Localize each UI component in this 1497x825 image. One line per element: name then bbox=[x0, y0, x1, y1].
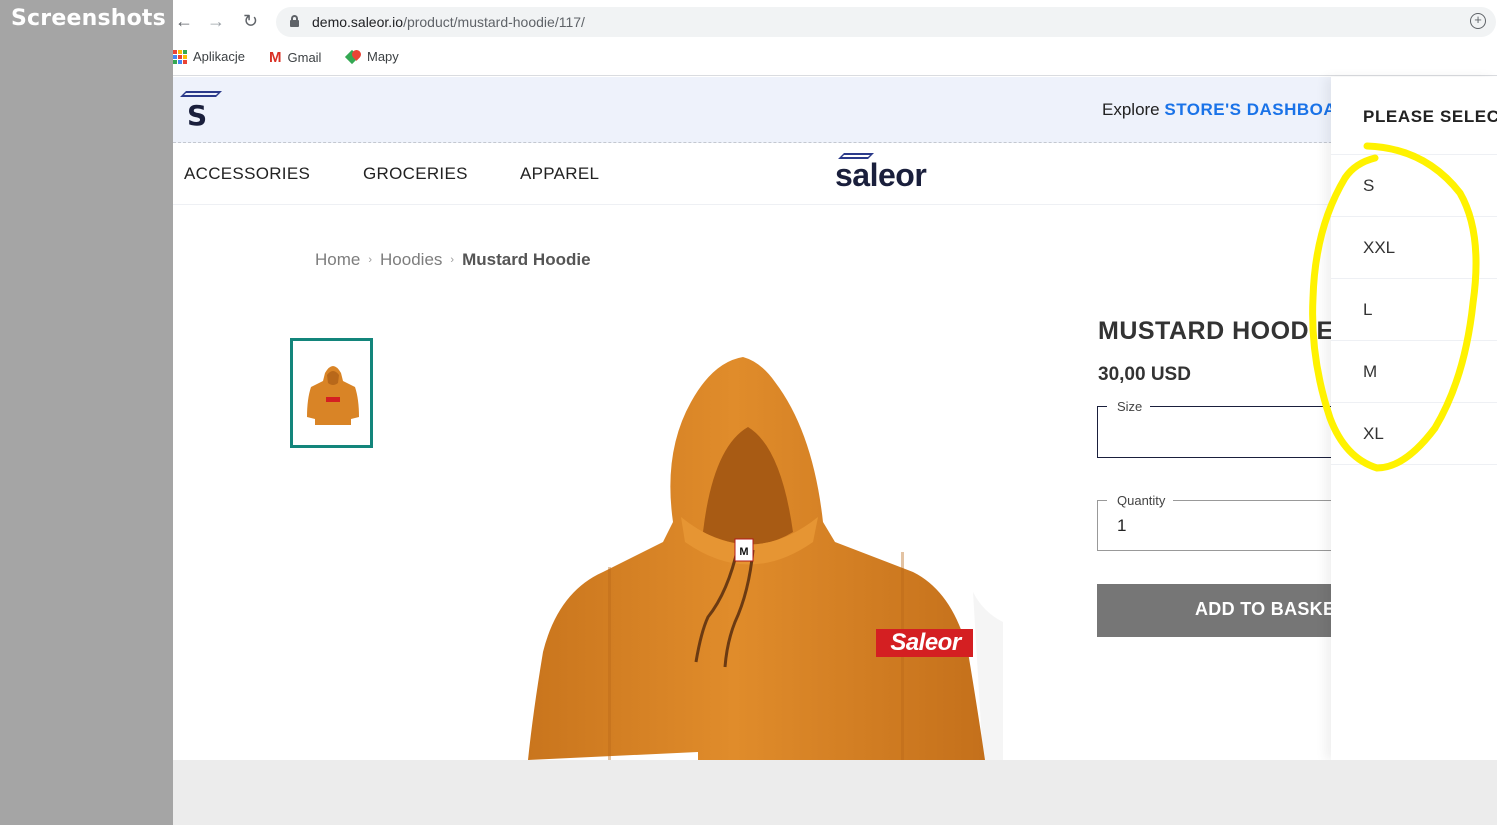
breadcrumb-hoodies[interactable]: Hoodies bbox=[380, 250, 442, 270]
breadcrumb-current: Mustard Hoodie bbox=[462, 250, 591, 269]
url-bar[interactable]: demo.saleor.io/product/mustard-hoodie/11… bbox=[276, 7, 1496, 37]
product-title: MUSTARD HOODIE bbox=[1098, 317, 1334, 345]
site-top-bar: S Explore STORE'S DASHBOARD bbox=[173, 77, 1497, 143]
garment-tag-letter: M bbox=[739, 546, 748, 558]
size-option-s[interactable]: S bbox=[1331, 155, 1497, 217]
logo-letter: S bbox=[187, 99, 208, 132]
arrow-left-icon[interactable]: ← bbox=[175, 10, 193, 32]
size-option-xl[interactable]: XL bbox=[1331, 403, 1497, 465]
product-main-image: M Saleor bbox=[513, 352, 1003, 760]
size-label: Size bbox=[1117, 399, 1143, 414]
screenshots-sidebar: Screenshots bbox=[0, 0, 173, 825]
bookmark-label: Aplikacje bbox=[193, 49, 246, 64]
size-option-label: XXL bbox=[1363, 238, 1396, 257]
size-option-label: L bbox=[1363, 300, 1373, 319]
store-logo[interactable]: S bbox=[180, 89, 225, 133]
logo-stripe-icon bbox=[180, 91, 222, 97]
breadcrumb-home[interactable]: Home bbox=[315, 250, 360, 270]
browser-window: ← → ↻ demo.saleor.io/product/mustard-hoo… bbox=[173, 0, 1497, 825]
url-text[interactable]: demo.saleor.io/product/mustard-hoodie/11… bbox=[312, 14, 585, 30]
bookmark-aplikacje[interactable]: Aplikacje bbox=[173, 49, 245, 64]
saleor-logo[interactable]: saleor bbox=[833, 151, 943, 201]
size-option-label: S bbox=[1363, 176, 1375, 195]
add-to-basket-label: ADD TO BASKET bbox=[1195, 599, 1337, 619]
nav-apparel[interactable]: APPAREL bbox=[520, 164, 599, 184]
lock-icon bbox=[290, 15, 299, 27]
zoom-icon[interactable]: + bbox=[1470, 13, 1486, 29]
nav-accessories[interactable]: ACCESSORIES bbox=[184, 164, 310, 184]
reload-icon[interactable]: ↻ bbox=[243, 10, 258, 32]
hoodie-image: M bbox=[528, 357, 1003, 760]
size-option-label: M bbox=[1363, 362, 1378, 381]
address-row: ← → ↻ demo.saleor.io/product/mustard-hoo… bbox=[173, 0, 1497, 42]
product-price: 30,00 USD bbox=[1098, 364, 1191, 385]
explore-text: Explore bbox=[1102, 100, 1160, 119]
gmail-icon: M bbox=[269, 49, 282, 66]
add-to-basket-button[interactable]: ADD TO BASKET bbox=[1097, 584, 1337, 637]
garment-print-text: Saleor bbox=[878, 629, 973, 657]
product-thumbnail[interactable] bbox=[290, 338, 373, 448]
size-option-l[interactable]: L bbox=[1331, 279, 1497, 341]
bookmark-label: Gmail bbox=[287, 50, 322, 65]
arrow-right-icon[interactable]: → bbox=[207, 10, 225, 32]
quantity-input[interactable]: Quantity 1 bbox=[1097, 493, 1337, 551]
brand-name: saleor bbox=[835, 157, 927, 193]
quantity-value: 1 bbox=[1117, 516, 1127, 535]
nav-groceries[interactable]: GROCERIES bbox=[363, 164, 468, 184]
main-navigation: ACCESSORIES GROCERIES APPAREL saleor bbox=[173, 143, 1497, 205]
quantity-label: Quantity bbox=[1117, 493, 1166, 508]
thumbnail-hoodie-image bbox=[307, 366, 359, 425]
maps-icon bbox=[344, 47, 363, 64]
bookmark-label: Mapy bbox=[367, 49, 399, 64]
size-option-xxl[interactable]: XXL bbox=[1331, 217, 1497, 279]
chevron-right-icon: › bbox=[450, 254, 455, 266]
size-option-m[interactable]: M bbox=[1331, 341, 1497, 403]
url-path: /product/mustard-hoodie/117/ bbox=[403, 14, 585, 30]
breadcrumb: Home › Hoodies › Mustard Hoodie bbox=[315, 250, 591, 270]
page-bottom-area bbox=[173, 760, 1497, 825]
apps-grid-icon bbox=[173, 49, 187, 64]
url-domain: demo.saleor.io bbox=[312, 14, 404, 30]
explore-dashboard: Explore STORE'S DASHBOARD bbox=[1102, 100, 1362, 120]
bookmarks-bar: Aplikacje M Gmail Mapy bbox=[173, 42, 1497, 76]
bookmark-gmail[interactable]: M Gmail bbox=[269, 49, 321, 66]
screenshots-label: Screenshots bbox=[11, 6, 166, 31]
size-select[interactable]: Size bbox=[1096, 399, 1338, 458]
dropdown-title: PLEASE SELECT bbox=[1363, 107, 1497, 126]
dropdown-header: PLEASE SELECT bbox=[1331, 77, 1497, 155]
chevron-right-icon: › bbox=[368, 254, 373, 266]
bookmark-mapy[interactable]: Mapy bbox=[344, 47, 399, 64]
size-dropdown-panel: PLEASE SELECT S XXL L M XL bbox=[1331, 77, 1497, 760]
size-option-label: XL bbox=[1363, 424, 1384, 443]
